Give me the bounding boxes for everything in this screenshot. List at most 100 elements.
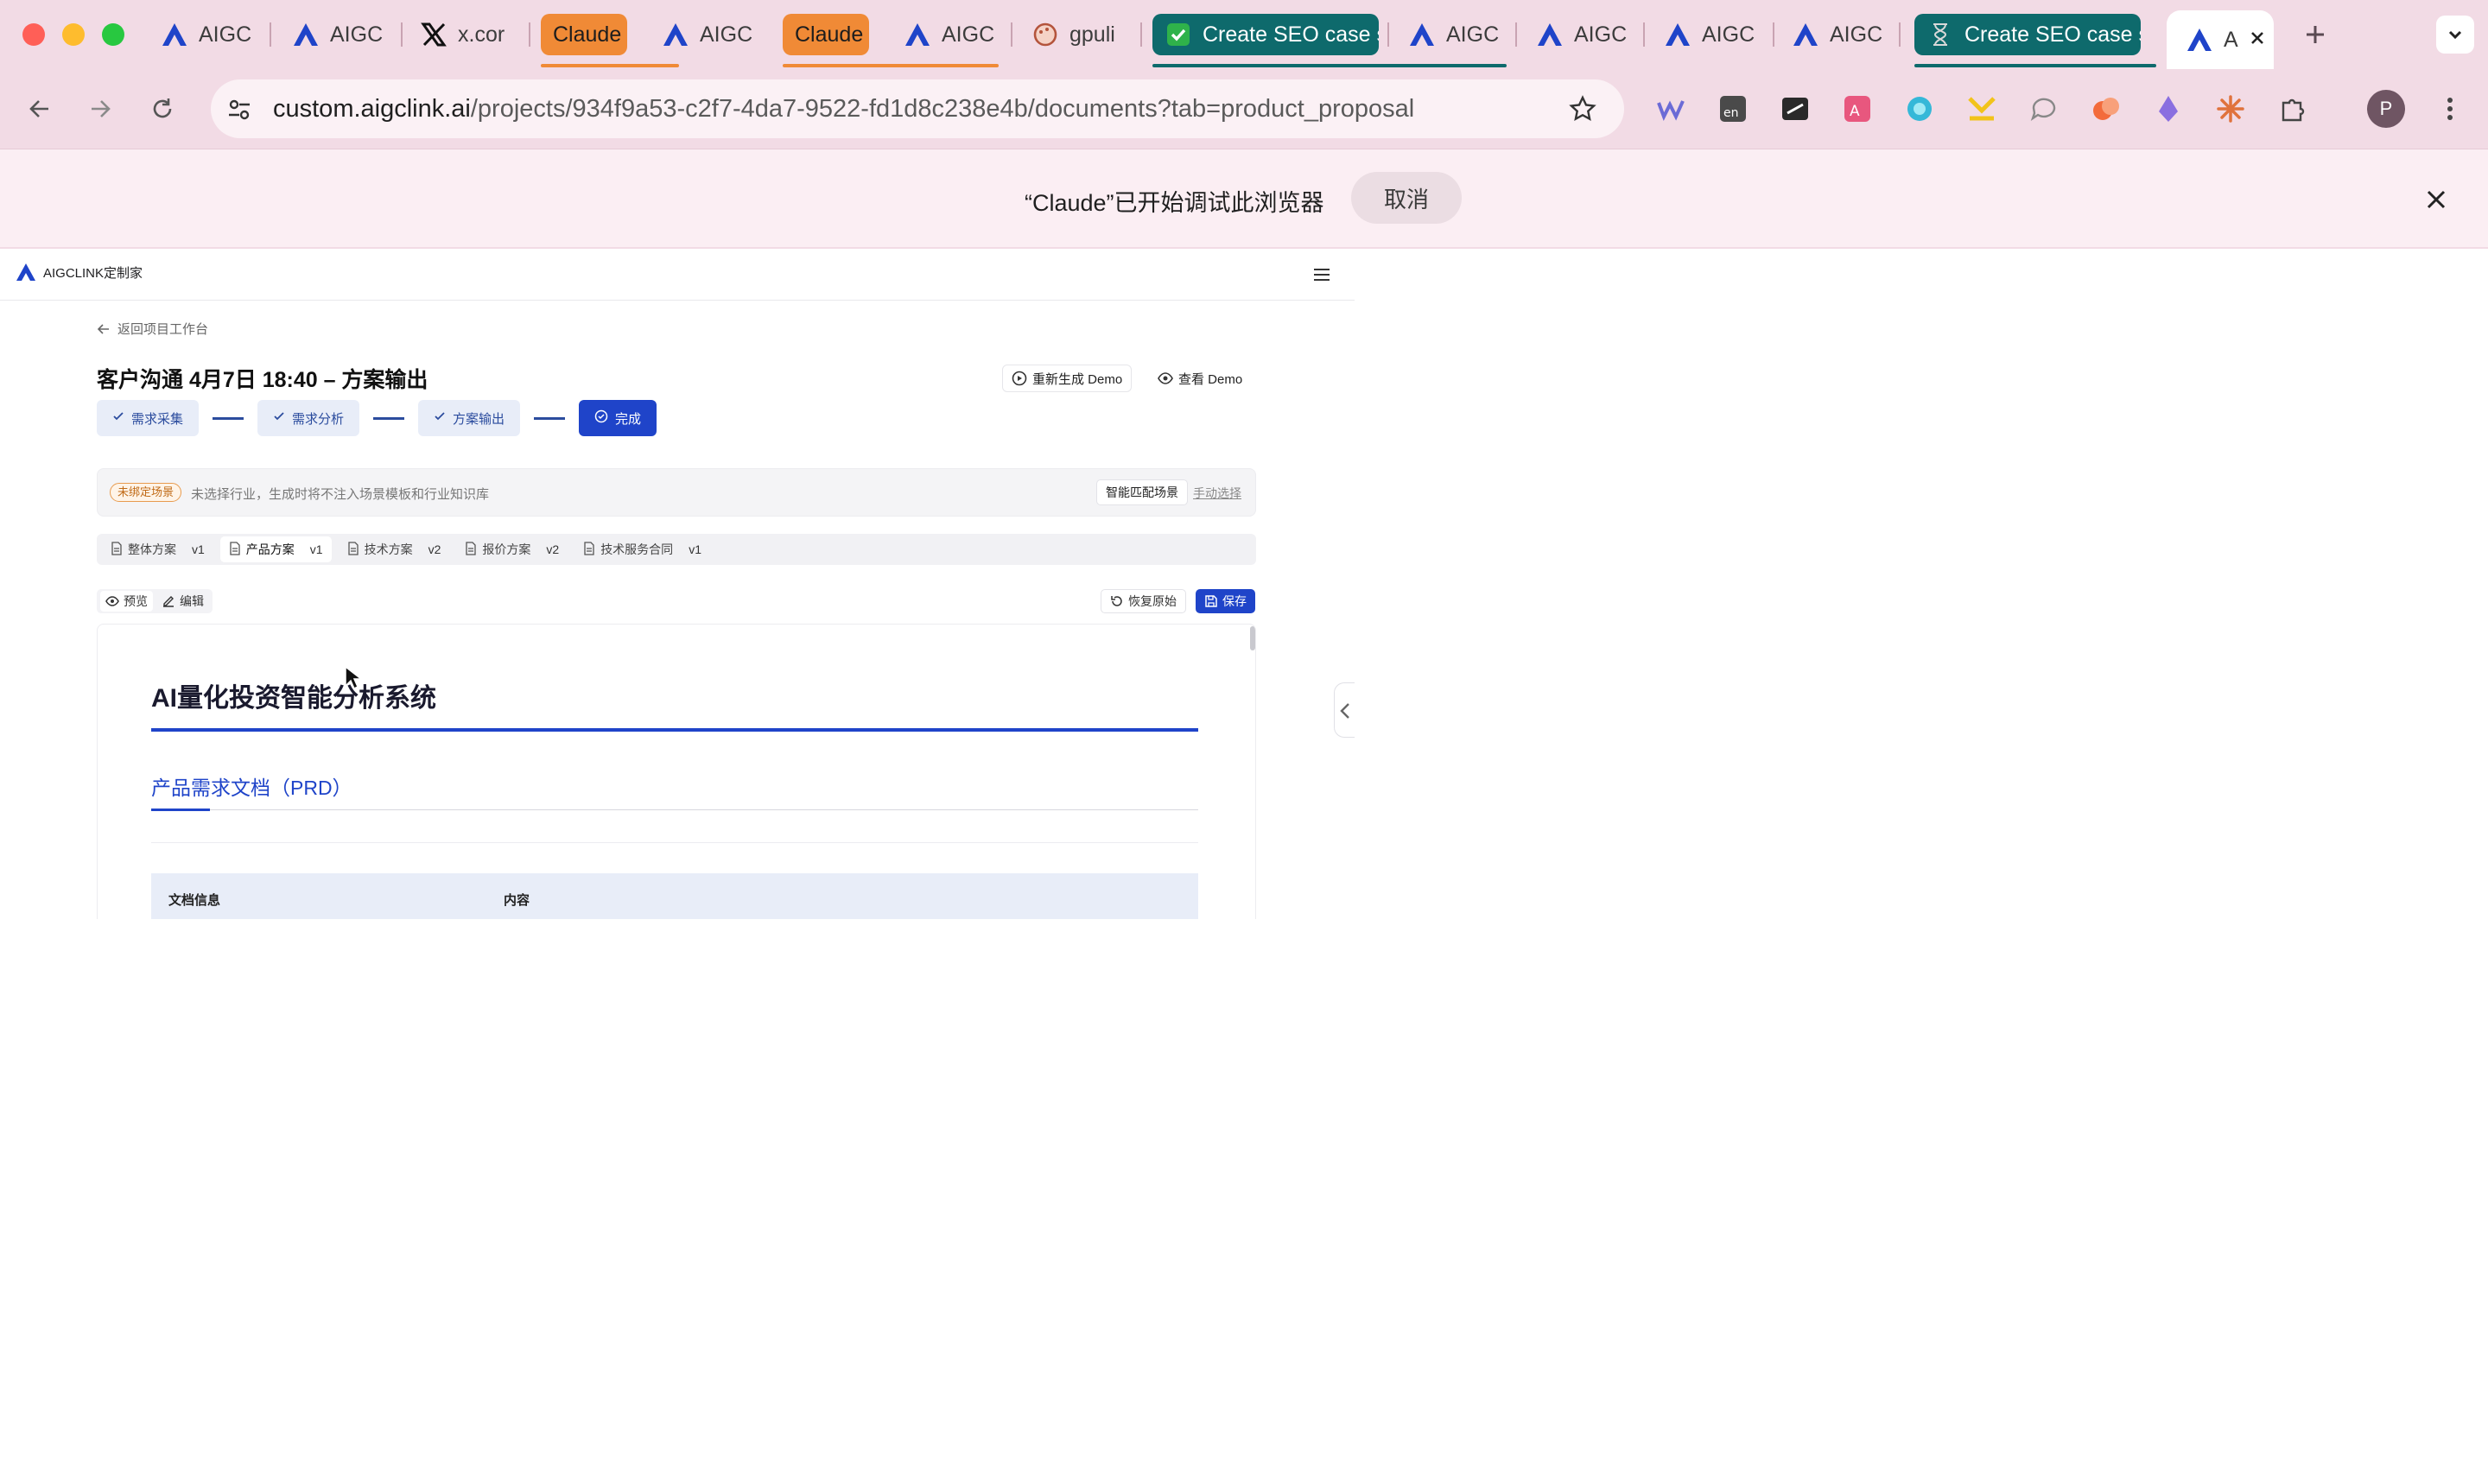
infobar-close-button[interactable] (2419, 182, 2453, 217)
save-button[interactable]: 保存 (1196, 589, 1255, 613)
menu-icon (1314, 269, 1330, 281)
browser-tab[interactable]: A (2167, 10, 2274, 69)
minimize-window-button[interactable] (62, 23, 85, 46)
aigc-logo-icon (904, 21, 931, 48)
progress-step[interactable]: 完成 (579, 400, 657, 436)
browser-tab[interactable]: AIGC (1529, 14, 1641, 55)
tab-separator (1643, 22, 1645, 47)
title-divider (151, 728, 1198, 732)
view-mode-toggle: 预览 编辑 (97, 589, 213, 613)
browser-tab[interactable]: AIGC (154, 14, 266, 55)
close-tab-icon[interactable] (2249, 28, 2266, 53)
tab-separator (1515, 22, 1517, 47)
document-tab-label: 整体方案 (128, 542, 176, 556)
new-tab-button[interactable] (2300, 19, 2331, 50)
document-tab[interactable]: 产品方案 v1 (219, 536, 332, 562)
view-demo-label: 查看 Demo (1178, 371, 1243, 387)
progress-step[interactable]: 需求采集 (97, 400, 200, 436)
document-tab[interactable]: 报价方案 v2 (456, 536, 568, 562)
save-label: 保存 (1222, 594, 1247, 608)
document-file-icon (347, 541, 359, 558)
tab-title: gpuli (1069, 22, 1115, 47)
tab-title: x.cor (458, 22, 505, 47)
scene-hint-text: 未选择行业，生成时将不注入场景模板和行业知识库 (191, 487, 490, 502)
regenerate-demo-button[interactable]: 重新生成 Demo (1002, 365, 1133, 392)
back-to-workspace-link[interactable]: 返回项目工作台 (97, 320, 208, 338)
web-page: AIGCLINK定制家 返回项目工作台 客户沟通 4月7日 18:40 – 方案… (0, 249, 1355, 919)
browser-tab[interactable]: AIGC (897, 14, 1009, 55)
eye-icon (1158, 372, 1173, 384)
version-badge: v1 (309, 542, 323, 556)
scene-binding-bar: 未绑定场景 未选择行业，生成时将不注入场景模板和行业知识库 智能匹配场景 手动选… (97, 468, 1256, 517)
document-tab[interactable]: 整体方案 v1 (102, 536, 213, 562)
aigc-logo-icon (161, 21, 188, 48)
page-title: 客户沟通 4月7日 18:40 – 方案输出 (97, 368, 428, 392)
bookmark-star-icon[interactable] (1569, 95, 1596, 123)
browser-tab[interactable]: Claude (541, 14, 627, 55)
extension-yellow-icon[interactable] (1964, 92, 1999, 126)
check-icon (434, 410, 446, 426)
reload-button[interactable] (142, 88, 183, 130)
aigc-logo-icon (1792, 21, 1819, 48)
extension-orange-icon[interactable] (2089, 92, 2123, 126)
cursor-arrow-icon (345, 665, 364, 690)
zoom-window-button[interactable] (102, 23, 124, 46)
document-title: AI量化投资智能分析系统 (151, 684, 436, 713)
extension-translate-pink-icon[interactable]: A (1840, 92, 1875, 126)
browser-tab[interactable]: AIGC (285, 14, 397, 55)
tab-title: Create SEO case s (1964, 22, 2141, 47)
extension-chat-icon[interactable] (2027, 92, 2061, 126)
step-label: 完成 (615, 411, 642, 427)
site-settings-icon[interactable] (226, 97, 252, 123)
document-scrollbar[interactable] (1250, 626, 1255, 650)
extension-claude-icon[interactable] (2213, 92, 2248, 126)
edit-mode-button[interactable]: 编辑 (156, 591, 209, 612)
svg-text:A: A (1850, 103, 1860, 120)
side-panel-toggle[interactable] (1334, 682, 1355, 738)
hamburger-menu-button[interactable] (1311, 264, 1332, 285)
browser-tab[interactable]: Create SEO case s (1152, 14, 1379, 55)
tab-title: AIGC (1702, 22, 1755, 47)
extensions-puzzle-icon[interactable] (2275, 92, 2310, 126)
brand-logo[interactable]: AIGCLINK定制家 (16, 263, 143, 282)
browser-tab[interactable]: Create SEO case s (1914, 14, 2141, 55)
restore-original-button[interactable]: 恢复原始 (1101, 589, 1186, 613)
browser-tab[interactable]: gpuli (1025, 14, 1137, 55)
save-icon (1205, 595, 1217, 607)
document-preview[interactable]: AI量化投资智能分析系统 产品需求文档（PRD） 文档信息 内容 (97, 624, 1256, 919)
browser-tab[interactable]: AIGC (655, 14, 767, 55)
browser-tab[interactable]: AIGC (1401, 14, 1514, 55)
document-tab[interactable]: 技术方案 v2 (339, 536, 450, 562)
back-button[interactable] (19, 88, 60, 130)
preview-label: 预览 (124, 594, 148, 608)
aigc-logo-icon (1536, 21, 1564, 48)
infobar-cancel-button[interactable]: 取消 (1351, 172, 1462, 224)
extension-wave-icon[interactable] (1653, 92, 1688, 126)
progress-step[interactable]: 方案输出 (418, 400, 521, 436)
tab-search-button[interactable] (2436, 16, 2474, 54)
extension-crystal-icon[interactable] (2151, 92, 2186, 126)
svg-text:en: en (1723, 106, 1739, 120)
tab-title: Claude (553, 22, 622, 47)
smart-match-scene-button[interactable]: 智能匹配场景 (1096, 479, 1188, 505)
address-bar[interactable]: custom.aigclink.ai/projects/934f9a53-c2f… (211, 79, 1624, 138)
document-tab-label: 技术服务合同 (600, 542, 674, 556)
extension-dark-icon[interactable] (1778, 92, 1812, 126)
manual-select-link[interactable]: 手动选择 (1193, 485, 1241, 502)
browser-tab[interactable]: AIGC (1657, 14, 1769, 55)
browser-menu-icon[interactable] (2433, 92, 2467, 126)
browser-tab[interactable]: AIGC (1785, 14, 1897, 55)
aigc-logo-icon (1664, 21, 1691, 48)
browser-tab[interactable]: x.cor (413, 14, 525, 55)
document-tab[interactable]: 技术服务合同 v1 (574, 536, 710, 562)
close-window-button[interactable] (22, 23, 45, 46)
view-demo-button[interactable]: 查看 Demo (1149, 365, 1251, 392)
browser-tab[interactable]: Claude (783, 14, 869, 55)
preview-mode-button[interactable]: 预览 (100, 591, 153, 612)
extension-orb-icon[interactable] (1902, 92, 1937, 126)
forward-button[interactable] (79, 88, 121, 130)
extension-translate-icon[interactable]: en (1716, 92, 1750, 126)
profile-avatar[interactable]: P (2367, 90, 2405, 128)
tab-separator (1387, 22, 1389, 47)
progress-step[interactable]: 需求分析 (257, 400, 360, 436)
